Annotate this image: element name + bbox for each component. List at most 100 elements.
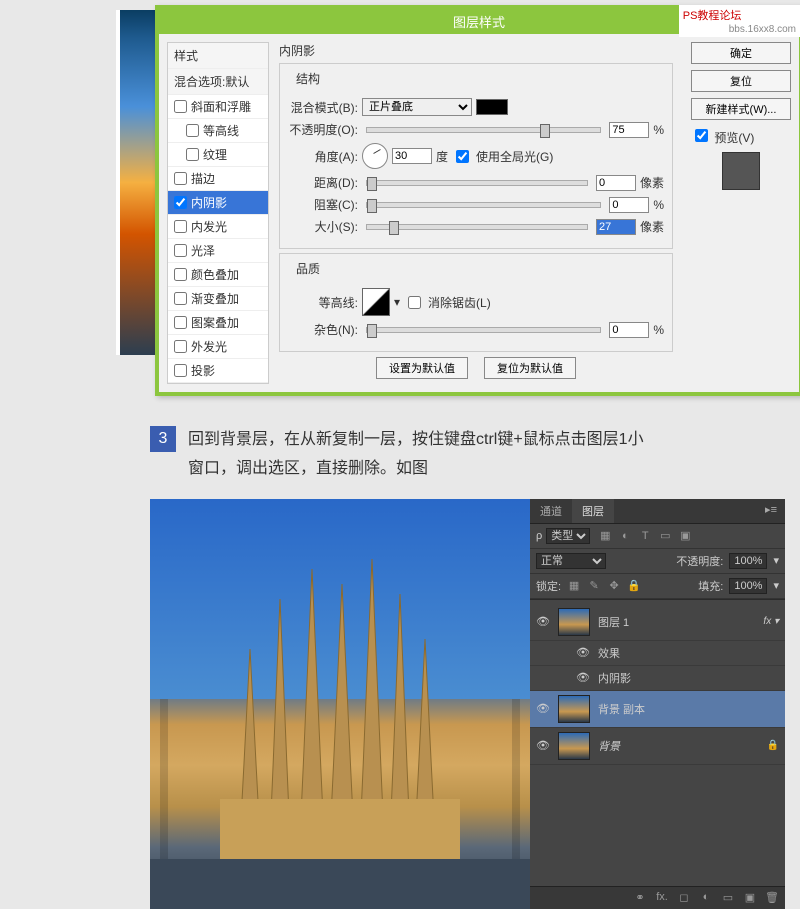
opacity-slider[interactable]: [366, 127, 601, 133]
layer-row[interactable]: 👁 图层 1 fx ▾: [530, 604, 785, 641]
distance-input[interactable]: [596, 175, 636, 191]
panel-menu-icon[interactable]: ▸≡: [757, 499, 785, 523]
angle-label: 角度(A):: [288, 148, 358, 165]
satin-check[interactable]: [174, 244, 187, 257]
mask-icon[interactable]: ◻: [677, 891, 691, 905]
settings-pane: 内阴影 结构 混合模式(B): 正片叠底 不透明度(O): % 角度(A):: [269, 42, 683, 384]
drop-shadow-check[interactable]: [174, 364, 187, 377]
cancel-button[interactable]: 复位: [691, 70, 791, 92]
noise-label: 杂色(N):: [288, 321, 358, 338]
contour-dropdown-icon[interactable]: ▾: [394, 295, 400, 309]
noise-input[interactable]: [609, 322, 649, 338]
visibility-icon[interactable]: 👁: [576, 646, 590, 660]
contour-label: 等高线:: [288, 294, 358, 311]
noise-slider[interactable]: [366, 327, 601, 333]
trash-icon[interactable]: 🗑: [765, 891, 779, 905]
contour-check[interactable]: [186, 124, 199, 137]
layer-thumb[interactable]: [558, 608, 590, 636]
set-default-button[interactable]: 设置为默认值: [376, 357, 468, 379]
kind-icon[interactable]: ρ: [536, 530, 542, 542]
inner-glow-check[interactable]: [174, 220, 187, 233]
ok-button[interactable]: 确定: [691, 42, 791, 64]
lock-paint-icon[interactable]: ✎: [587, 579, 601, 593]
effect-inner-shadow-row[interactable]: 👁 内阴影: [530, 666, 785, 691]
angle-dial[interactable]: [362, 143, 388, 169]
new-layer-icon[interactable]: ▣: [743, 891, 757, 905]
step-text: 回到背景层，在从新复制一层，按住键盘ctrl键+鼠标点击图层1小窗口，调出选区，…: [188, 426, 650, 484]
effects-label: 效果: [598, 645, 620, 661]
new-style-button[interactable]: 新建样式(W)...: [691, 98, 791, 120]
lock-pos-icon[interactable]: ✥: [607, 579, 621, 593]
preview-check[interactable]: [695, 129, 708, 142]
filter-adjust-icon[interactable]: ◐: [618, 529, 632, 543]
visibility-icon[interactable]: 👁: [576, 671, 590, 685]
styles-header[interactable]: 样式: [168, 43, 268, 69]
style-texture[interactable]: 纹理: [168, 143, 268, 167]
visibility-icon[interactable]: 👁: [536, 702, 550, 716]
color-overlay-check[interactable]: [174, 268, 187, 281]
gradient-overlay-check[interactable]: [174, 292, 187, 305]
lock-trans-icon[interactable]: ▦: [567, 579, 581, 593]
dropdown-icon[interactable]: ▾: [773, 554, 779, 567]
size-label: 大小(S):: [288, 218, 358, 235]
kind-select[interactable]: 类型: [546, 528, 590, 544]
angle-input[interactable]: [392, 148, 432, 164]
style-gradient-overlay[interactable]: 渐变叠加: [168, 287, 268, 311]
inner-shadow-check[interactable]: [174, 196, 187, 209]
style-stroke[interactable]: 描边: [168, 167, 268, 191]
layer-row[interactable]: 👁 背景 🔒: [530, 728, 785, 765]
bevel-check[interactable]: [174, 100, 187, 113]
size-input[interactable]: [596, 219, 636, 235]
group-icon[interactable]: ▭: [721, 891, 735, 905]
filter-pixel-icon[interactable]: ▦: [598, 529, 612, 543]
lock-all-icon[interactable]: 🔒: [627, 579, 641, 593]
visibility-icon[interactable]: 👁: [536, 739, 550, 753]
contour-picker[interactable]: [362, 288, 390, 316]
style-inner-shadow[interactable]: 内阴影: [168, 191, 268, 215]
adjustment-icon[interactable]: ◐: [699, 891, 713, 905]
dropdown-icon[interactable]: ▾: [773, 579, 779, 592]
structure-group: 结构: [292, 70, 324, 87]
layer-name: 图层 1: [598, 614, 629, 630]
fx-icon[interactable]: fx ▾: [763, 616, 779, 627]
layers-panel: 通道 图层 ▸≡ ρ 类型 ▦ ◐ T ▭ ▣ 正常 不透明度: 100%▾ 锁…: [530, 499, 785, 909]
blend-options-header[interactable]: 混合选项:默认: [168, 69, 268, 95]
layer-thumb[interactable]: [558, 732, 590, 760]
size-slider[interactable]: [366, 224, 588, 230]
layer-thumb[interactable]: [558, 695, 590, 723]
style-contour[interactable]: 等高线: [168, 119, 268, 143]
style-inner-glow[interactable]: 内发光: [168, 215, 268, 239]
pattern-overlay-check[interactable]: [174, 316, 187, 329]
choke-slider[interactable]: [366, 202, 601, 208]
layer-row[interactable]: 👁 背景 副本: [530, 691, 785, 728]
texture-check[interactable]: [186, 148, 199, 161]
style-drop-shadow[interactable]: 投影: [168, 359, 268, 383]
blend-mode-select[interactable]: 正片叠底: [362, 98, 472, 116]
distance-slider[interactable]: [366, 180, 588, 186]
style-color-overlay[interactable]: 颜色叠加: [168, 263, 268, 287]
style-satin[interactable]: 光泽: [168, 239, 268, 263]
choke-input[interactable]: [609, 197, 649, 213]
opacity-value[interactable]: 100%: [729, 553, 767, 569]
outer-glow-check[interactable]: [174, 340, 187, 353]
tab-layers[interactable]: 图层: [572, 499, 614, 523]
filter-type-icon[interactable]: T: [638, 529, 652, 543]
style-outer-glow[interactable]: 外发光: [168, 335, 268, 359]
color-swatch[interactable]: [476, 99, 508, 115]
style-pattern-overlay[interactable]: 图案叠加: [168, 311, 268, 335]
tab-channels[interactable]: 通道: [530, 499, 572, 523]
effects-row[interactable]: 👁 效果: [530, 641, 785, 666]
fx-button-icon[interactable]: fx.: [655, 891, 669, 905]
global-light-check[interactable]: [456, 150, 469, 163]
antialias-check[interactable]: [408, 296, 421, 309]
link-icon[interactable]: ⚭: [633, 891, 647, 905]
blend-mode-select[interactable]: 正常: [536, 553, 606, 569]
fill-value[interactable]: 100%: [729, 578, 767, 594]
filter-shape-icon[interactable]: ▭: [658, 529, 672, 543]
stroke-check[interactable]: [174, 172, 187, 185]
opacity-input[interactable]: [609, 122, 649, 138]
filter-smart-icon[interactable]: ▣: [678, 529, 692, 543]
reset-default-button[interactable]: 复位为默认值: [484, 357, 576, 379]
visibility-icon[interactable]: 👁: [536, 615, 550, 629]
style-bevel[interactable]: 斜面和浮雕: [168, 95, 268, 119]
